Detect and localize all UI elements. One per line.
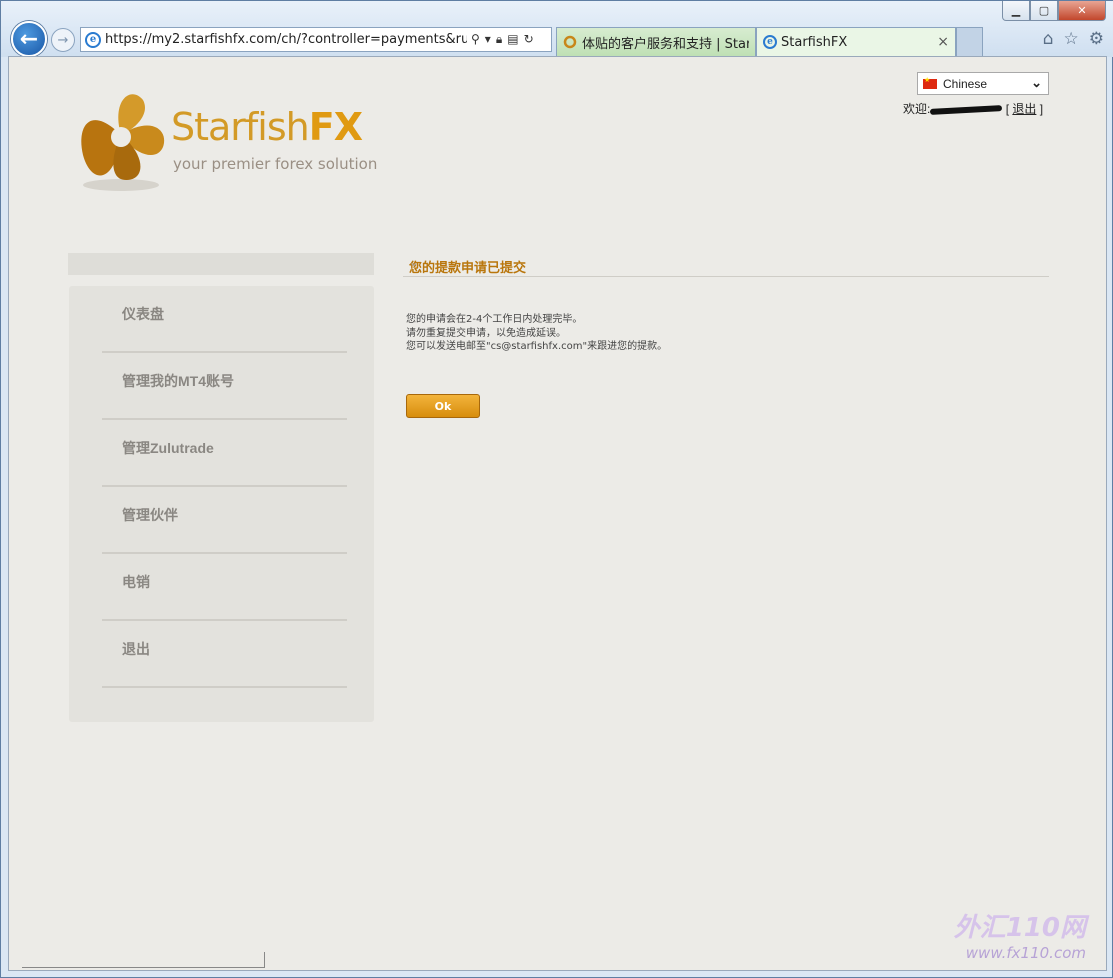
- starfishfx-logo[interactable]: StarfishFX your premier forex solution: [71, 85, 391, 195]
- bracket-open: [: [1005, 102, 1010, 116]
- url-text[interactable]: https://my2.starfishfx.com/ch/?controlle…: [105, 32, 467, 47]
- horizontal-scrollbar[interactable]: [22, 952, 265, 968]
- ie-icon: e: [763, 35, 777, 49]
- language-select[interactable]: Chinese ⌄: [917, 72, 1049, 95]
- page-viewport: StarfishFX your premier forex solution C…: [8, 56, 1107, 971]
- watermark-title: 外汇110网: [953, 913, 1086, 943]
- sidebar-item-dashboard[interactable]: 仪表盘: [102, 286, 347, 353]
- bracket-close: ]: [1039, 102, 1044, 116]
- tab-starfishfx[interactable]: e StarfishFX ×: [756, 27, 956, 56]
- browser-toolbar: ⌂ ☆ ⚙: [1043, 29, 1104, 49]
- sidebar-item-logout[interactable]: 退出: [102, 621, 347, 688]
- tab-strip: 体贴的客户服务和支持 | Starfi... e StarfishFX ×: [556, 27, 983, 56]
- favorites-star-icon[interactable]: ☆: [1064, 29, 1079, 49]
- home-icon[interactable]: ⌂: [1043, 29, 1054, 49]
- new-tab-button[interactable]: [956, 27, 983, 56]
- sidebar-item-label: 退出: [122, 641, 150, 657]
- starfish-favicon-icon: [563, 35, 577, 49]
- browser-titlebar: ▁ ▢ ✕ ← → e https://my2.starfishfx.com/c…: [1, 1, 1113, 57]
- compat-view-icon[interactable]: ▤: [507, 32, 518, 47]
- refresh-icon[interactable]: ↻: [524, 32, 534, 47]
- ie-icon: e: [85, 31, 101, 48]
- sidebar-item-zulutrade[interactable]: 管理Zulutrade: [102, 420, 347, 487]
- sidebar-item-label: 管理我的MT4账号: [122, 373, 234, 389]
- message-line: 您的申请会在2-4个工作日内处理完毕。: [406, 314, 583, 325]
- message-line: 请勿重复提交申请，以免造成延误。: [406, 327, 566, 339]
- dropdown-icon[interactable]: ▾: [485, 32, 491, 47]
- sidebar-item-label: 管理伙伴: [122, 507, 178, 523]
- logout-link[interactable]: 退出: [1012, 102, 1036, 116]
- forward-button[interactable]: →: [51, 28, 75, 52]
- forward-arrow-icon: →: [57, 32, 69, 48]
- tab-label: StarfishFX: [781, 34, 848, 50]
- sidebar-item-label: 管理Zulutrade: [122, 440, 214, 456]
- sidebar-item-mt4-accounts[interactable]: 管理我的MT4账号: [102, 353, 347, 420]
- tab-support[interactable]: 体贴的客户服务和支持 | Starfi...: [556, 27, 756, 56]
- lock-icon[interactable]: 🔒︎: [496, 32, 502, 47]
- brand-name: StarfishFX: [171, 105, 363, 149]
- back-button[interactable]: ←: [11, 21, 47, 57]
- address-tools: ⚲ ▾ 🔒︎ ▤ ↻: [471, 32, 534, 47]
- sidebar-item-partners[interactable]: 管理伙伴: [102, 487, 347, 554]
- back-arrow-icon: ←: [19, 26, 39, 52]
- tab-label: 体贴的客户服务和支持 | Starfi...: [582, 36, 749, 52]
- browser-window: ▁ ▢ ✕ ← → e https://my2.starfishfx.com/c…: [0, 0, 1113, 978]
- search-icon[interactable]: ⚲: [471, 32, 480, 47]
- chevron-down-icon[interactable]: ⌄: [409, 256, 1039, 269]
- redacted-username: [930, 104, 1003, 115]
- message-line: 您可以发送电邮至"cs@starfishfx.com"来跟进您的提款。: [406, 341, 668, 352]
- window-controls: ▁ ▢ ✕: [1002, 1, 1106, 21]
- language-value: Chinese: [943, 76, 988, 91]
- confirmation-message: 您的申请会在2-4个工作日内处理完毕。 请勿重复提交申请，以免造成延误。 您可以…: [406, 313, 667, 354]
- minimize-button[interactable]: ▁: [1002, 1, 1030, 21]
- close-window-button[interactable]: ✕: [1058, 1, 1106, 21]
- brand-tagline: your premier forex solution: [173, 155, 378, 173]
- starfish-logo-icon: [81, 94, 165, 191]
- china-flag-icon: [923, 76, 937, 89]
- close-tab-icon[interactable]: ×: [937, 34, 949, 50]
- chevron-down-icon: ⌄: [1031, 75, 1042, 90]
- section-header: 您的提款申请已提交 ⌄: [403, 253, 1049, 277]
- sidebar-item-label: 电销: [122, 574, 150, 590]
- ok-button[interactable]: Ok: [406, 394, 480, 418]
- address-bar[interactable]: e https://my2.starfishfx.com/ch/?control…: [80, 27, 552, 52]
- sidebar-item-telesales[interactable]: 电销: [102, 554, 347, 621]
- gear-icon[interactable]: ⚙: [1089, 29, 1104, 49]
- maximize-button[interactable]: ▢: [1030, 1, 1058, 21]
- watermark-url: www.fx110.com: [965, 944, 1086, 962]
- sidebar-header: [68, 253, 374, 275]
- sidebar: 仪表盘 管理我的MT4账号 管理Zulutrade 管理伙伴 电销 退出: [69, 286, 374, 722]
- welcome-text: 欢迎: [ 退出 ]: [903, 100, 1043, 117]
- sidebar-item-label: 仪表盘: [122, 306, 164, 322]
- welcome-label: 欢迎:: [903, 102, 931, 116]
- watermark: 外汇110网 www.fx110.com: [954, 907, 1086, 962]
